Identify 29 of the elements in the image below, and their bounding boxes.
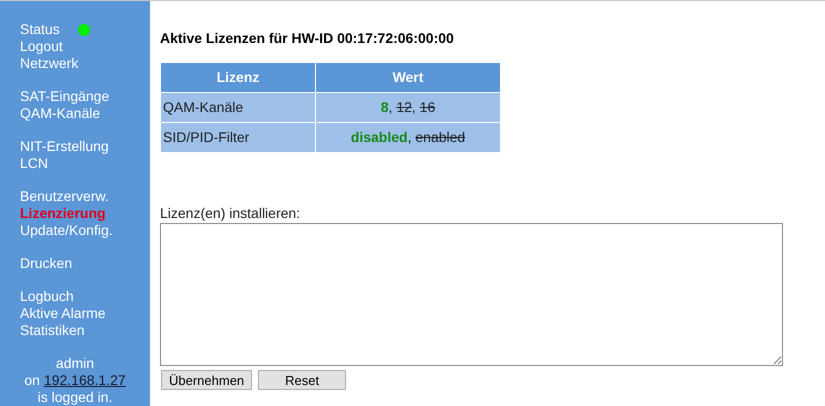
logged-in-text: is logged in. (38, 389, 112, 406)
sidebar-link[interactable]: Benutzerverw. (20, 188, 109, 205)
sidebar-link[interactable]: QAM-Kanäle (20, 105, 100, 122)
on-text: on (24, 372, 40, 389)
apply-button[interactable]: Übernehmen (161, 370, 252, 390)
username-text: admin (56, 355, 94, 372)
table-cell: 8, 12, 16 (316, 92, 500, 122)
sidebar-link[interactable]: Aktive Alarme (20, 305, 106, 322)
table-cell: SID/PID-Filter (160, 122, 316, 152)
table-cell: disabled, enabled (316, 122, 500, 152)
column-header: Wert (316, 62, 500, 92)
sidebar-link[interactable]: Netzwerk (20, 55, 78, 72)
install-label: Lizenz(en) installieren: (160, 205, 302, 222)
ip-address-link[interactable]: 192.168.1.27 (44, 372, 126, 389)
sidebar-link[interactable]: Status (20, 21, 60, 38)
sidebar-link[interactable]: Logout (20, 38, 63, 55)
table-cell: QAM-Kanäle (160, 92, 316, 122)
sidebar-link[interactable]: Drucken (20, 255, 72, 272)
sidebar-link[interactable]: Statistiken (20, 322, 85, 339)
column-header: Lizenz (160, 62, 316, 92)
reset-button[interactable]: Reset (258, 370, 346, 390)
sidebar-link[interactable]: LCN (20, 155, 48, 172)
sidebar-link[interactable]: Lizenzierung (20, 205, 106, 222)
sidebar-link[interactable]: Logbuch (20, 288, 74, 305)
page-title: Aktive Lizenzen für HW-ID 00:17:72:06:00:00 (160, 29, 455, 48)
sidebar-link[interactable]: SAT-Eingänge (20, 88, 110, 105)
license-text-area[interactable] (160, 223, 783, 366)
sidebar-link[interactable]: Update/Konfig. (20, 222, 113, 239)
sidebar-link[interactable]: NIT-Erstellung (20, 138, 109, 155)
